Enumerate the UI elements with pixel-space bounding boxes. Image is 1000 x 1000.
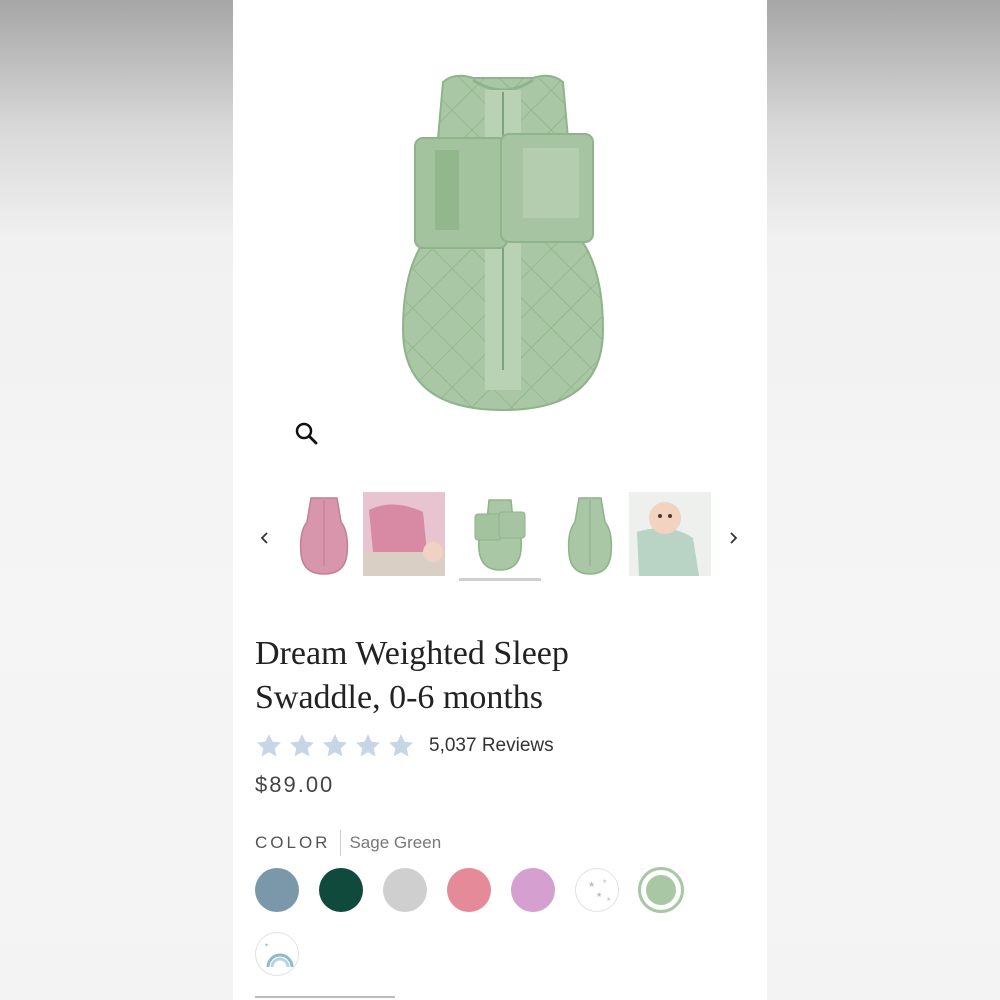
product-title-line-2: Swaddle, 0-6 months	[255, 679, 544, 716]
thumbnail-sage-swaddle-open[interactable]	[459, 492, 541, 576]
thumbnail-sage-swaddle[interactable]	[549, 492, 631, 576]
product-price: $89.00	[255, 772, 335, 797]
product-rating: 5,037 Reviews	[255, 731, 554, 761]
color-selector-header: COLOR Sage Green	[255, 830, 441, 856]
swatch-grey[interactable]	[383, 868, 427, 912]
reviews-link[interactable]: 5,037 Reviews	[429, 735, 554, 757]
star-rating	[255, 732, 415, 760]
thumbnail-pink-lifestyle[interactable]	[363, 492, 445, 576]
chevron-left-icon[interactable]	[257, 530, 273, 546]
star-icon	[389, 734, 413, 757]
background-right	[767, 0, 1000, 1000]
divider	[255, 996, 395, 998]
swatch-blue[interactable]	[255, 868, 299, 912]
selected-color-name: Sage Green	[349, 833, 442, 852]
swatch-emerald[interactable]	[319, 868, 363, 912]
magnifier-icon[interactable]	[293, 420, 321, 448]
star-icon	[257, 734, 281, 757]
thumbnail-baby-sage[interactable]	[629, 492, 711, 576]
svg-text:✦: ✦	[264, 942, 269, 949]
thumbnail-pink-swaddle[interactable]	[283, 492, 365, 576]
svg-text:★: ★	[602, 878, 607, 885]
swatch-fill	[646, 875, 676, 905]
swatch-rainbow-print[interactable]: ✦	[255, 932, 299, 976]
swatch-mauve[interactable]	[511, 868, 555, 912]
swatch-sage-green[interactable]	[638, 867, 684, 913]
product-title-line-1: Dream Weighted Sleep	[255, 635, 569, 672]
swatch-pink[interactable]	[447, 868, 491, 912]
color-label: COLOR	[255, 833, 331, 852]
star-icon	[290, 734, 314, 757]
color-divider	[340, 830, 342, 856]
svg-text:★: ★	[596, 891, 602, 899]
star-icon	[356, 734, 380, 757]
background-left	[0, 0, 233, 1000]
chevron-right-icon[interactable]	[725, 530, 741, 546]
swatch-stars-print[interactable]: ★ ★ ★ ★	[575, 868, 619, 912]
svg-text:★: ★	[606, 896, 611, 903]
product-title: Dream Weighted Sleep Swaddle, 0-6 months	[255, 632, 735, 720]
svg-text:★: ★	[588, 880, 595, 889]
thumbnail-carousel	[253, 490, 753, 585]
product-main-image[interactable]	[373, 70, 633, 420]
thumbnail-active-indicator	[459, 578, 541, 581]
star-icon	[323, 734, 347, 757]
product-page: Dream Weighted Sleep Swaddle, 0-6 months…	[233, 0, 767, 1000]
